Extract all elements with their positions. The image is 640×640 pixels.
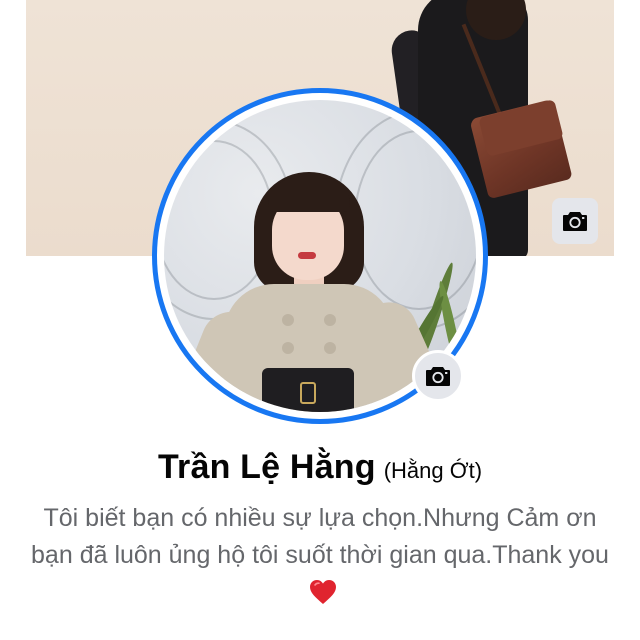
camera-icon	[426, 367, 450, 386]
person-lips	[298, 252, 316, 259]
dress-button	[282, 314, 294, 326]
edit-profile-photo-button[interactable]	[412, 350, 464, 402]
profile-name: Trần Lệ Hằng (Hằng Ớt)	[0, 448, 640, 487]
person-bangs	[268, 178, 350, 212]
profile-alternate-name: (Hằng Ớt)	[383, 458, 483, 483]
profile-bio: Tôi biết bạn có nhiều sự lựa chọn.Nhưng …	[22, 500, 618, 611]
dress-button	[282, 342, 294, 354]
dress-button	[324, 314, 336, 326]
profile-bio-text: Tôi biết bạn có nhiều sự lựa chọn.Nhưng …	[31, 504, 609, 569]
dress-button	[324, 342, 336, 354]
red-heart-icon	[310, 580, 336, 604]
profile-name-main: Trần Lệ Hằng	[157, 448, 376, 486]
edit-cover-photo-button[interactable]	[552, 198, 598, 244]
background-pattern	[354, 130, 476, 310]
camera-icon	[563, 212, 587, 231]
purse-logo	[300, 382, 316, 404]
